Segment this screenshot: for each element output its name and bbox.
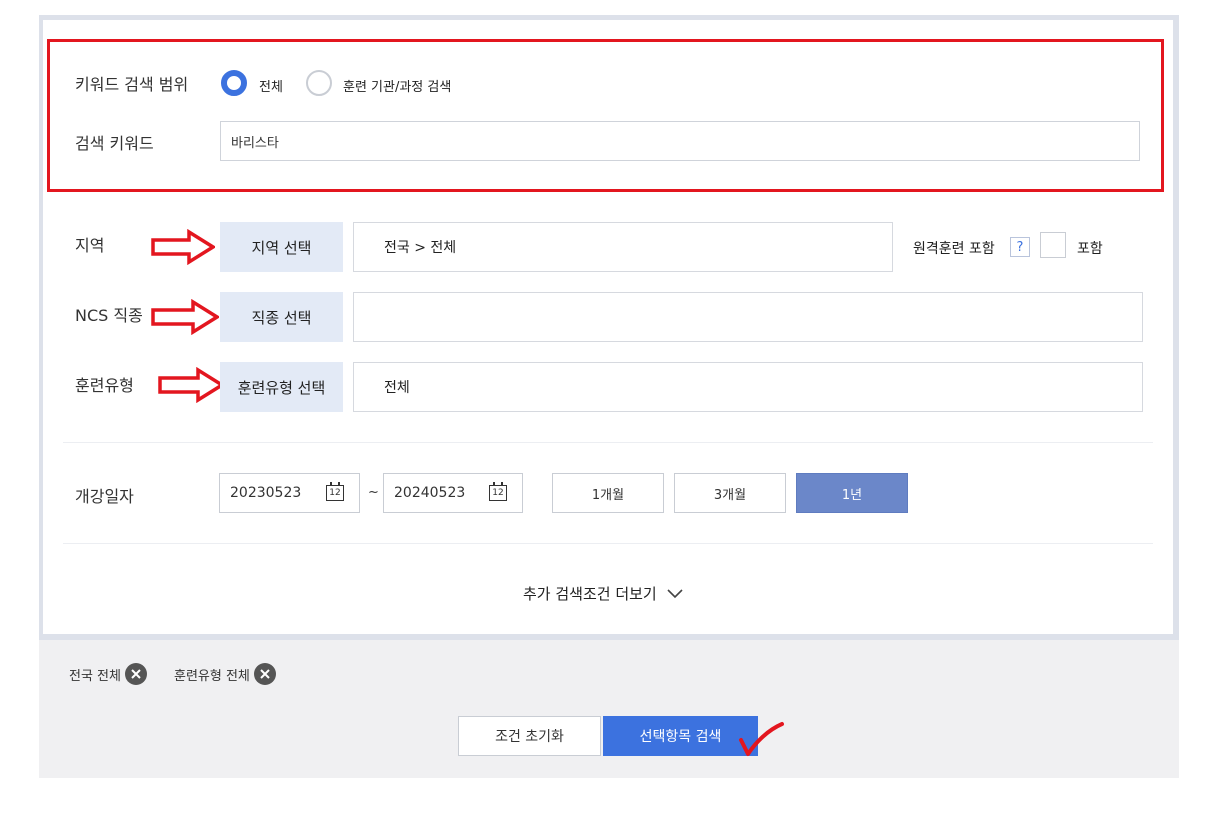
- period-3-month-button[interactable]: 3개월: [674, 473, 786, 513]
- reset-conditions-label: 조건 초기화: [495, 729, 564, 745]
- ncs-select-button-label: 직종 선택: [251, 308, 312, 327]
- selected-conditions-bar: [39, 640, 1179, 778]
- search-selected-label: 선택항목 검색: [639, 729, 722, 745]
- date-range-separator: ~: [368, 485, 379, 500]
- selected-tag: 전국 전체: [69, 663, 147, 685]
- keyword-input[interactable]: 바리스타: [220, 121, 1140, 161]
- annotation-arrow-icon: [151, 299, 219, 335]
- keyword-scope-label: 키워드 검색 범위: [75, 75, 189, 94]
- calendar-icon[interactable]: 12: [326, 482, 344, 501]
- ncs-label: NCS 직종: [75, 306, 143, 325]
- annotation-highlight-box: [47, 39, 1164, 192]
- search-selected-button[interactable]: 선택항목 검색: [603, 716, 758, 756]
- end-date-value: 20240523: [394, 485, 466, 501]
- keyword-input-value: 바리스타: [231, 135, 279, 151]
- region-select-button[interactable]: 지역 선택: [220, 222, 343, 272]
- remote-include-checkbox[interactable]: [1040, 232, 1066, 258]
- start-date-value: 20230523: [230, 485, 302, 501]
- divider: [63, 543, 1153, 544]
- remote-include-label: 포함: [1077, 241, 1103, 257]
- period-1-month-label: 1개월: [591, 487, 625, 503]
- chevron-down-icon: [667, 588, 683, 598]
- training-type-label: 훈련유형: [75, 376, 134, 395]
- radio-scope-institution[interactable]: [306, 70, 332, 96]
- period-1-month-button[interactable]: 1개월: [552, 473, 664, 513]
- calendar-icon-day: 12: [329, 488, 341, 498]
- reset-conditions-button[interactable]: 조건 초기화: [458, 716, 601, 756]
- ncs-value-field: [353, 292, 1143, 342]
- training-type-value-field: 전체: [353, 362, 1143, 412]
- calendar-icon-day: 12: [492, 488, 504, 498]
- ncs-select-button[interactable]: 직종 선택: [220, 292, 343, 342]
- period-1-year-button[interactable]: 1년: [796, 473, 908, 513]
- training-type-value: 전체: [384, 380, 410, 396]
- divider: [63, 442, 1153, 443]
- annotation-checkmark-icon: [739, 722, 784, 756]
- help-icon[interactable]: ?: [1010, 237, 1030, 257]
- selected-tag-label: 전국 전체: [69, 668, 121, 684]
- remote-training-label: 원격훈련 포함: [913, 241, 995, 257]
- close-icon[interactable]: [253, 663, 276, 685]
- help-icon-glyph: ?: [1016, 239, 1024, 255]
- radio-scope-all-label: 전체: [259, 80, 283, 95]
- start-date-label: 개강일자: [75, 487, 134, 506]
- selected-tag: 훈련유형 전체: [174, 663, 276, 685]
- period-1-year-label: 1년: [841, 487, 863, 503]
- annotation-arrow-icon: [158, 367, 224, 403]
- more-conditions-toggle[interactable]: 추가 검색조건 더보기: [523, 583, 683, 604]
- training-type-select-button-label: 훈련유형 선택: [237, 378, 326, 397]
- keyword-input-label: 검색 키워드: [75, 134, 154, 153]
- annotation-arrow-icon: [151, 229, 215, 265]
- region-value-field: 전국 > 전체: [353, 222, 893, 272]
- region-value: 전국 > 전체: [384, 240, 457, 256]
- more-conditions-label: 추가 검색조건 더보기: [523, 585, 657, 603]
- close-icon[interactable]: [124, 663, 147, 685]
- calendar-icon[interactable]: 12: [489, 482, 507, 501]
- radio-scope-all[interactable]: [221, 70, 247, 96]
- region-label: 지역: [75, 236, 105, 255]
- region-select-button-label: 지역 선택: [251, 238, 312, 257]
- period-3-month-label: 3개월: [713, 487, 747, 503]
- selected-tag-label: 훈련유형 전체: [174, 668, 250, 684]
- radio-scope-institution-label: 훈련 기관/과정 검색: [343, 80, 452, 95]
- training-type-select-button[interactable]: 훈련유형 선택: [220, 362, 343, 412]
